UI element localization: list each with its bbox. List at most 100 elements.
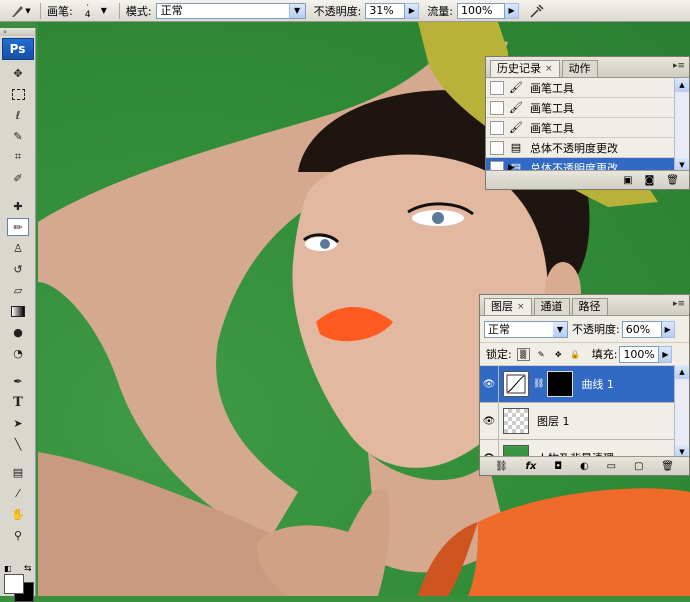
blur-tool-icon[interactable]: ● xyxy=(7,323,29,341)
gradient-tool-icon[interactable] xyxy=(7,302,29,320)
lasso-tool-icon[interactable]: ℓ xyxy=(7,106,29,124)
add-mask-icon[interactable]: ◘ xyxy=(554,461,562,472)
tab-layers[interactable]: 图层 × xyxy=(484,298,532,315)
chevron-down-icon: ▼ xyxy=(553,321,567,337)
tab-actions[interactable]: 动作 xyxy=(561,60,598,77)
opacity-input[interactable]: 31% xyxy=(365,2,406,19)
fill-slider-button[interactable]: ▶ xyxy=(659,345,673,363)
zoom-tool-icon[interactable]: ⚲ xyxy=(7,526,29,544)
clone-stamp-tool-icon[interactable]: ♙ xyxy=(7,239,29,257)
quick-selection-tool-icon[interactable]: ✎ xyxy=(7,127,29,145)
hand-tool-icon[interactable]: ✋ xyxy=(7,505,29,523)
flow-slider-button[interactable]: ▶ xyxy=(505,2,520,19)
new-group-folder-icon[interactable]: ▭ xyxy=(607,461,616,472)
history-snapshot-checkbox[interactable] xyxy=(490,120,504,135)
lock-pixels-icon[interactable]: ✎ xyxy=(536,349,547,360)
airbrush-button[interactable] xyxy=(527,2,547,20)
opacity-label: 不透明度: xyxy=(313,4,362,18)
crop-tool-icon[interactable]: ⌗ xyxy=(7,148,29,166)
camera-snapshot-icon[interactable]: ◙ xyxy=(645,175,655,186)
eyedropper-tool-icon[interactable]: ✐ xyxy=(7,169,29,187)
marquee-tool-icon[interactable] xyxy=(7,85,29,103)
eye-visibility-icon[interactable]: 👁 xyxy=(480,379,498,390)
history-item[interactable]: 🖌 画笔工具 xyxy=(486,118,675,138)
new-document-from-state-icon[interactable]: ▣ xyxy=(623,175,632,186)
history-item-label: 画笔工具 xyxy=(530,101,574,115)
history-item-label: 总体不透明度更改 xyxy=(530,141,618,155)
layer-thumbnail[interactable] xyxy=(503,408,529,434)
layer-opacity-input[interactable]: 60% xyxy=(621,320,662,338)
brush-icon: 🖌 xyxy=(509,81,523,94)
fill-input[interactable]: 100% xyxy=(619,345,660,363)
history-brush-tool-icon[interactable]: ↺ xyxy=(7,260,29,278)
default-colors-icon[interactable]: ◧ xyxy=(4,564,12,573)
history-item[interactable]: 🖌 画笔工具 xyxy=(486,98,675,118)
airbrush-icon xyxy=(530,3,544,18)
tab-actions-label: 动作 xyxy=(568,62,591,75)
flow-label: 流量: xyxy=(427,4,454,18)
trash-icon[interactable]: 🗑 xyxy=(661,461,674,472)
eye-visibility-icon[interactable]: 👁 xyxy=(480,416,498,427)
tool-preset-picker[interactable]: ▼ xyxy=(6,1,34,21)
layer-row[interactable]: 👁 图层 1 xyxy=(480,403,675,440)
layer-mask-thumbnail[interactable] xyxy=(547,371,574,397)
layers-list: 👁 ⛓ 曲线 1 👁 图层 1 👁 人物及背景清理 xyxy=(480,366,675,460)
layer-row[interactable]: 👁 ⛓ 曲线 1 xyxy=(480,366,675,403)
layer-divider xyxy=(498,403,499,439)
scroll-up-icon[interactable]: ▲ xyxy=(675,78,689,92)
eyedropper-sample-tool-icon[interactable]: ⁄ xyxy=(7,484,29,502)
tab-channels[interactable]: 通道 xyxy=(533,298,570,315)
mode-label: 模式: xyxy=(125,4,152,18)
history-item-label: 画笔工具 xyxy=(530,81,574,95)
eraser-tool-icon[interactable]: ▱ xyxy=(7,281,29,299)
layers-scrollbar[interactable]: ▲ ▼ xyxy=(674,365,689,459)
trash-icon[interactable]: 🗑 xyxy=(666,175,679,186)
brush-label: 画笔: xyxy=(47,4,73,18)
panel-menu-icon[interactable]: ▸≡ xyxy=(673,299,685,309)
lock-all-icon[interactable]: 🔒 xyxy=(570,349,581,360)
tab-history[interactable]: 历史记录 × xyxy=(490,60,560,77)
close-icon[interactable]: × xyxy=(545,61,553,77)
close-icon[interactable]: × xyxy=(517,299,525,315)
history-snapshot-checkbox[interactable] xyxy=(490,100,504,115)
history-panel: 历史记录 × 动作 ▸≡ 🖌 画笔工具 🖌 画笔工具 🖌 画笔工具 ▤ 总体不透… xyxy=(485,56,690,190)
layer-opacity-slider-button[interactable]: ▶ xyxy=(661,320,675,338)
path-selection-tool-icon[interactable]: ➤ xyxy=(7,414,29,432)
lock-position-icon[interactable]: ✥ xyxy=(553,349,564,360)
foreground-color-swatch[interactable] xyxy=(4,574,24,594)
pen-tool-icon[interactable]: ✒ xyxy=(7,372,29,390)
blend-mode-select[interactable]: 正常 ▼ xyxy=(484,320,568,338)
history-snapshot-checkbox[interactable] xyxy=(490,140,504,155)
line-tool-icon[interactable]: ╲ xyxy=(7,435,29,453)
flow-input[interactable]: 100% xyxy=(457,2,506,19)
panel-menu-icon[interactable]: ▸≡ xyxy=(673,61,685,71)
opacity-slider-button[interactable]: ▶ xyxy=(405,2,420,19)
scroll-up-icon[interactable]: ▲ xyxy=(675,365,689,379)
brush-tool-icon[interactable]: ✏ xyxy=(7,218,29,236)
new-layer-icon[interactable]: ▢ xyxy=(634,461,643,472)
healing-brush-tool-icon[interactable]: ✚ xyxy=(7,197,29,215)
brush-size-picker[interactable]: · 4 xyxy=(77,1,99,20)
notes-tool-icon[interactable]: ▤ xyxy=(7,463,29,481)
curves-adjustment-thumbnail[interactable] xyxy=(503,371,529,397)
adjustment-layer-icon[interactable]: ◐ xyxy=(580,461,589,472)
brush-size-value: 4 xyxy=(84,9,91,20)
mode-select[interactable]: 正常 ▼ xyxy=(155,2,306,19)
brush-dropdown-arrow[interactable]: ▼ xyxy=(101,6,107,15)
toolbox-grip[interactable]: » xyxy=(0,28,35,36)
history-item[interactable]: ▤ 总体不透明度更改 xyxy=(486,138,675,158)
history-snapshot-checkbox[interactable] xyxy=(490,80,504,95)
history-item[interactable]: 🖌 画笔工具 xyxy=(486,78,675,98)
swap-colors-icon[interactable]: ⇆ xyxy=(24,564,32,574)
layer-lock-row: 锁定: ▒ ✎ ✥ 🔒 填充: 100% ▶ xyxy=(480,343,689,366)
move-tool-icon[interactable]: ✥ xyxy=(7,64,29,82)
history-scrollbar[interactable]: ▲ ▼ xyxy=(674,78,689,172)
tab-layers-label: 图层 xyxy=(491,300,513,313)
tab-paths[interactable]: 路径 xyxy=(571,298,608,315)
dodge-tool-icon[interactable]: ◔ xyxy=(7,344,29,362)
link-layers-icon[interactable]: ⛓ xyxy=(495,461,508,472)
chain-link-icon[interactable]: ⛓ xyxy=(533,379,544,389)
lock-transparency-icon[interactable]: ▒ xyxy=(516,347,530,361)
layer-style-fx-icon[interactable]: fx xyxy=(526,461,537,472)
type-tool-icon[interactable]: T xyxy=(7,393,29,411)
